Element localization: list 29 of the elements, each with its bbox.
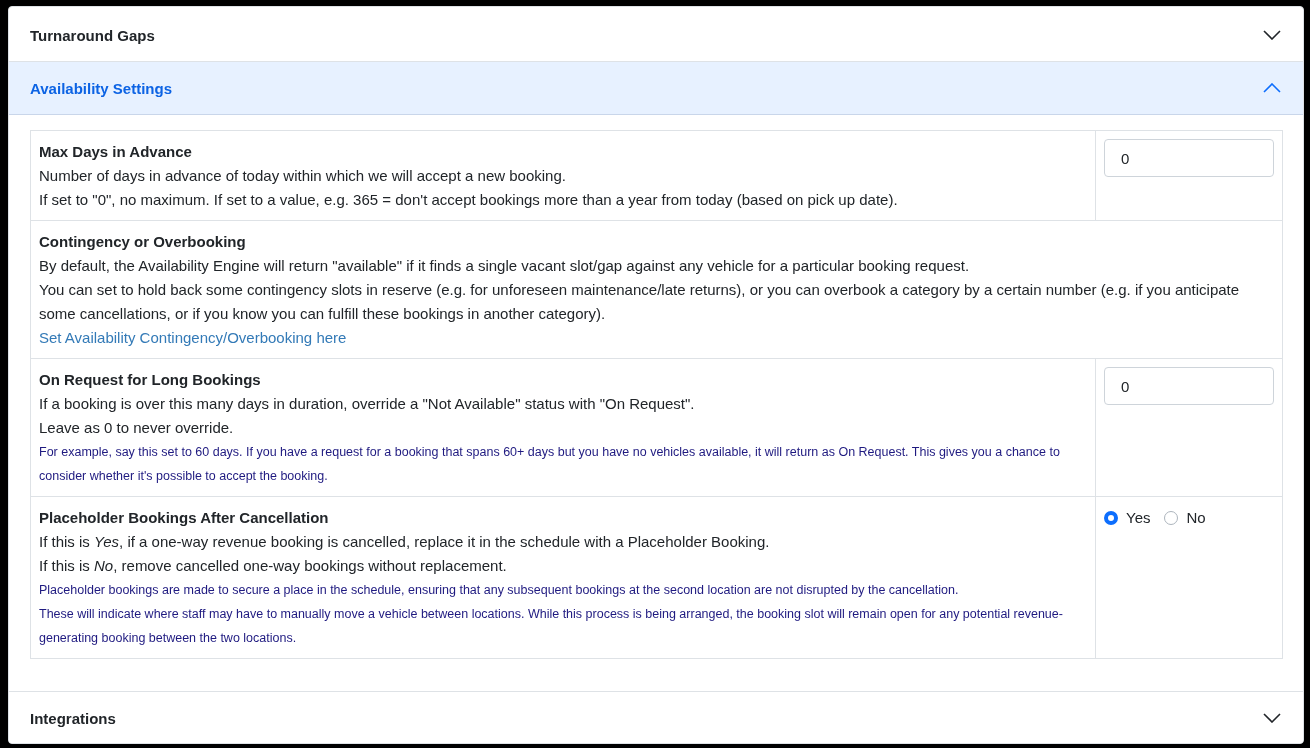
accordion-header[interactable]: Integrations (9, 691, 1303, 743)
setting-title: Contingency or Overbooking (39, 232, 247, 252)
setting-title: Placeholder Bookings After Cancellation (39, 508, 330, 528)
chevron-down-icon (1263, 30, 1281, 40)
note-text: Placeholder bookings are made to secure a place in the schedule, ensuring that any subsequent bookings at the second location are not disrupted by the cancellation. (39, 582, 960, 599)
description-text: If set to "0", no maximum. If set to a value, e.g. 365 = don't accept bookings more than a year from today (based on pick up date). (39, 190, 899, 210)
description-text: Leave as 0 to never override. (39, 418, 235, 438)
section-title: Turnaround Gaps (30, 26, 155, 44)
radio-label: Yes (1126, 509, 1151, 526)
number-input[interactable]: 0 (1104, 367, 1274, 405)
chevron-up-icon (1263, 83, 1281, 93)
number-input[interactable]: 0 (1104, 139, 1274, 177)
description-text: If a booking is over this many days in duration, override a "Not Available" status with "On Request". (39, 394, 696, 414)
note-text: For example, say this set to 60 days. If you have a request for a booking that spans 60+ days but you have no vehicles available, it will return as On Request. This gives you a chance to consider whether it's possible to accept the booking. (39, 444, 1061, 485)
setting-title: Max Days in Advance (39, 142, 193, 162)
settings-link[interactable]: Set Availability Contingency/Overbooking here (39, 329, 347, 346)
chevron-down-icon (1263, 713, 1281, 723)
description-text: You can set to hold back some contingency slots in reserve (e.g. for unforeseen maintenance/late returns), or you can overbook a category by a certain number (e.g. if you anticipate some cancellations, or if you know you can fulfill these bookings in another category). (39, 280, 1241, 324)
note-text: These will indicate where staff may have to manually move a vehicle between locations. While this process is being arranged, the booking slot will remain open for any potential revenue-generating booking between the two locations. (39, 606, 1064, 647)
description-text: If this is No, remove cancelled one-way bookings without replacement. (39, 556, 508, 576)
radio-button[interactable] (1104, 510, 1118, 525)
setting-title: On Request for Long Bookings (39, 370, 262, 390)
description-text: By default, the Availability Engine will return "available" if it finds a single vacant slot/gap against any vehicle for a particular booking request. (39, 256, 971, 276)
radio-label: No (1186, 509, 1206, 526)
section-title: Availability Settings (30, 79, 172, 97)
description-text: If this is Yes, if a one-way revenue booking is cancelled, replace it in the schedule with a Placeholder Booking. (39, 532, 771, 552)
section-title: Integrations (30, 709, 116, 727)
description-text: Number of days in advance of today within which we will accept a new booking. (39, 166, 567, 186)
accordion-header[interactable]: Availability Settings (9, 61, 1303, 115)
